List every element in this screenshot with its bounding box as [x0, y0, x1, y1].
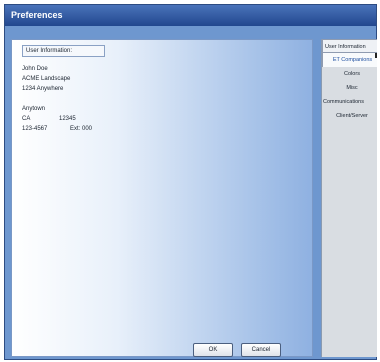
tab-communications[interactable]: Communications: [322, 95, 377, 109]
extension: Ext: 000: [70, 126, 93, 132]
preferences-window: Preferences User Information: John Doe A…: [4, 4, 377, 360]
user-name: John Doe: [22, 66, 48, 72]
user-information-panel: User Information: John Doe ACME Landscap…: [11, 39, 313, 357]
street-address: 1234 Anywhere: [22, 86, 64, 92]
tab-et-companions[interactable]: ET Companions: [322, 53, 377, 67]
city: Anytown: [22, 106, 46, 112]
cancel-button[interactable]: Cancel: [241, 343, 281, 357]
preferences-tab-list: User Information ET Companions Colors Mi…: [321, 39, 377, 357]
title-bar[interactable]: Preferences: [5, 5, 376, 26]
tab-misc[interactable]: Misc: [322, 81, 377, 95]
user-info-block: John Doe ACME Landscape 1234 Anywhere An…: [22, 64, 92, 134]
mouse-cursor-icon: [375, 53, 377, 58]
company-name: ACME Landscape: [22, 76, 71, 82]
section-label: User Information:: [22, 45, 105, 57]
zip: 12345: [59, 116, 76, 122]
phone: 123-4567: [22, 126, 48, 132]
state: CA: [22, 116, 31, 122]
tab-user-information[interactable]: User Information: [322, 39, 377, 53]
ok-button[interactable]: OK: [193, 343, 233, 357]
phone-row: 123-4567 Ext: 000: [22, 124, 92, 134]
state-zip-row: CA 12345: [22, 114, 76, 124]
tab-colors[interactable]: Colors: [322, 67, 377, 81]
tab-client-server[interactable]: Client/Server: [322, 109, 377, 123]
window-title: Preferences: [11, 10, 63, 20]
